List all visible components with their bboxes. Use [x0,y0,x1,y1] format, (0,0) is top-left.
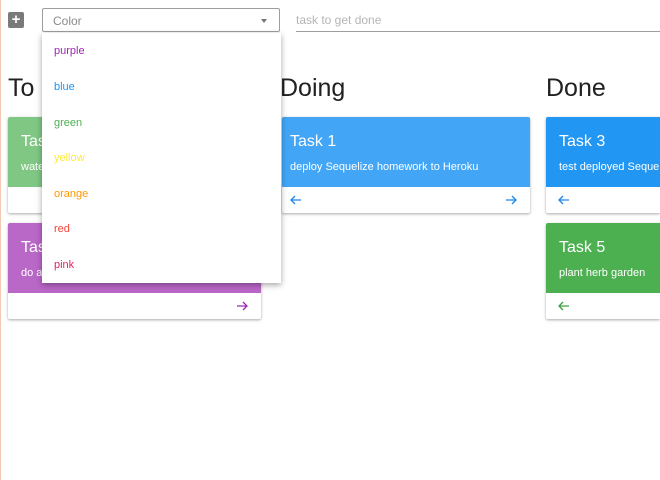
task-card-header: Task 5 plant herb garden [546,223,660,293]
caret-down-icon [261,19,267,23]
task-card-footer [546,187,660,213]
color-option-blue[interactable]: blue [54,81,75,93]
color-option-green[interactable]: green [54,117,82,129]
task-card[interactable]: Task 1 deploy Sequelize homework to Hero… [282,117,530,213]
task-card-description: wate [21,161,45,173]
color-select-placeholder: Color [53,14,82,28]
task-card-description: do a [21,267,43,279]
task-card-footer [8,293,261,319]
task-input[interactable] [296,8,660,32]
color-option-pink[interactable]: pink [54,259,74,271]
task-card-description: test deployed Sequelize [559,161,660,173]
column-title-todo: To [8,74,35,102]
arrow-right-icon[interactable] [504,193,518,207]
task-card-description: deploy Sequelize homework to Heroku [290,161,479,173]
task-card-footer [546,293,660,319]
color-dropdown-menu: purple blue green yellow orange red pink [42,33,281,283]
window-edge [0,0,1,480]
task-card[interactable]: Task 3 test deployed Sequelize [546,117,660,213]
task-card-title: Task 3 [559,133,606,150]
task-card-header: Task 3 test deployed Sequelize [546,117,660,187]
task-card-title: Task 5 [559,239,606,256]
column-title-doing: Doing [280,74,346,102]
color-option-purple[interactable]: purple [54,45,85,57]
add-task-button[interactable]: + [8,12,24,28]
arrow-left-icon[interactable] [557,299,571,313]
arrow-right-icon[interactable] [235,299,249,313]
color-option-yellow[interactable]: yellow [54,152,85,164]
color-option-red[interactable]: red [54,223,70,235]
arrow-left-icon[interactable] [557,193,571,207]
color-select[interactable]: Color [42,8,280,32]
color-option-orange[interactable]: orange [54,188,88,200]
arrow-left-icon[interactable] [289,193,303,207]
plus-icon: + [11,11,21,28]
task-card-header: Task 1 deploy Sequelize homework to Hero… [282,117,530,187]
task-card[interactable]: Task 5 plant herb garden [546,223,660,319]
column-title-done: Done [546,74,606,102]
task-card-description: plant herb garden [559,267,646,279]
task-card-footer [282,187,530,213]
task-card-title: Task 1 [290,133,337,150]
